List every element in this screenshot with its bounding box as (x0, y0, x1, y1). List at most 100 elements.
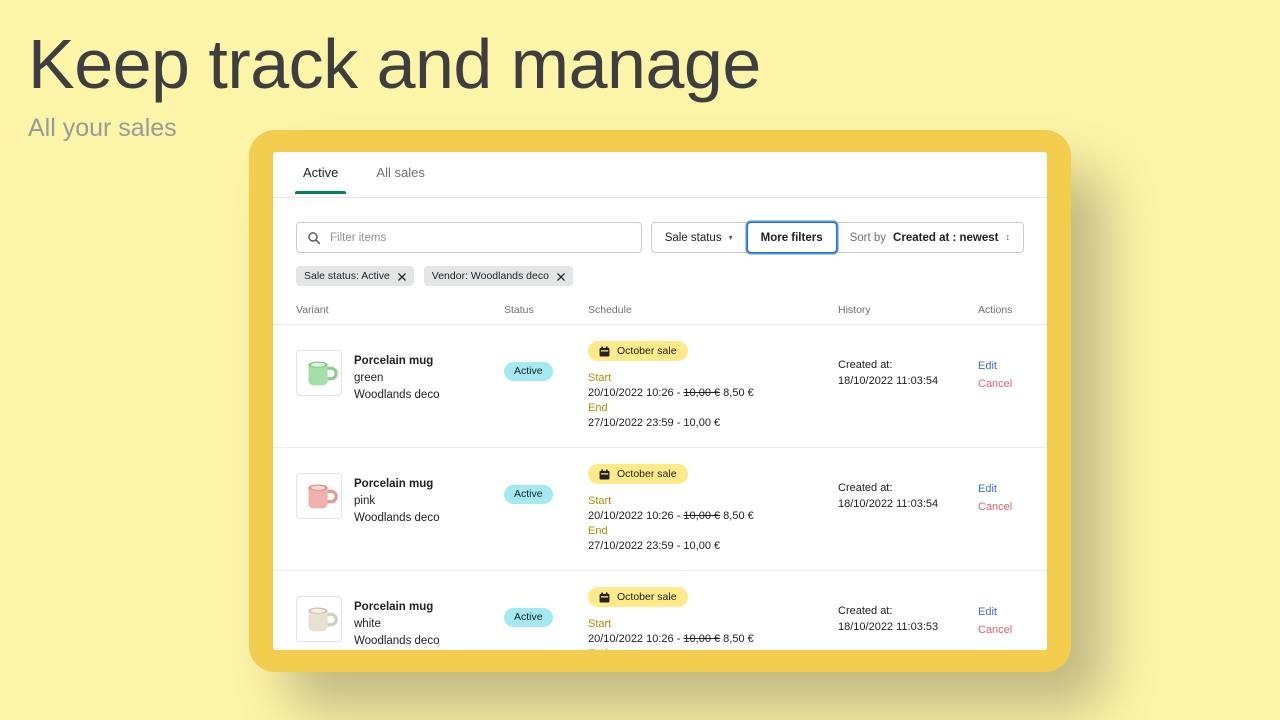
schedule-old-price: 10,00 € (683, 633, 721, 645)
history-value: 18/10/2022 11:03:54 (838, 375, 939, 387)
tab-active-label: Active (303, 165, 339, 180)
sort-value-label: Created at : newest (893, 231, 999, 244)
schedule-new-price: 8,50 € (720, 387, 754, 399)
variant-text: Porcelain mug green Woodlands deco (354, 350, 439, 404)
column-header-variant: Variant (296, 304, 329, 316)
tab-all-sales[interactable]: All sales (368, 165, 432, 193)
column-header-schedule: Schedule (588, 304, 632, 316)
schedule-start-datetime: 20/10/2022 10:26 - (588, 633, 684, 645)
sort-button[interactable]: Sort by Created at : newest ↕ (836, 222, 1024, 253)
schedule-start-datetime: 20/10/2022 10:26 - (588, 510, 684, 522)
actions-cell: Edit Cancel (978, 341, 1040, 393)
column-header-history: History (838, 304, 871, 316)
app-window: Active All sales Sale status (273, 152, 1047, 650)
history-value: 18/10/2022 11:03:54 (838, 498, 939, 510)
search-input[interactable] (330, 231, 631, 244)
schedule-start-value: 20/10/2022 10:26 - 10,00 € 8,50 € (588, 509, 838, 524)
table-row: Porcelain mug green Woodlands deco Activ… (273, 325, 1047, 448)
table-row: Porcelain mug white Woodlands deco Activ… (273, 571, 1047, 650)
schedule-new-price: 8,50 € (720, 633, 754, 645)
history-cell: Created at: 18/10/2022 11:03:54 (838, 341, 978, 389)
schedule-new-price: 8,50 € (720, 510, 754, 522)
variant-text: Porcelain mug pink Woodlands deco (354, 473, 439, 527)
cancel-link[interactable]: Cancel (978, 375, 1040, 393)
close-icon[interactable] (397, 272, 406, 281)
schedule-cell: October sale Start 20/10/2022 10:26 - 10… (588, 341, 838, 431)
edit-link[interactable]: Edit (978, 480, 1040, 498)
tab-bar: Active All sales (273, 152, 1047, 198)
variant-cell: Porcelain mug white Woodlands deco (296, 587, 504, 650)
close-icon[interactable] (557, 272, 565, 281)
search-icon (307, 231, 321, 245)
calendar-icon (599, 591, 610, 603)
cancel-link[interactable]: Cancel (978, 621, 1040, 639)
calendar-icon (599, 345, 610, 357)
variant-option: green (354, 372, 384, 384)
mug-white-icon (308, 607, 338, 632)
search-field[interactable] (296, 222, 642, 253)
page-title: Keep track and manage (28, 25, 761, 103)
edit-link[interactable]: Edit (978, 357, 1040, 375)
sort-prefix-label: Sort by (849, 231, 887, 244)
schedule-start-label: Start (588, 495, 612, 507)
status-cell: Active (504, 464, 588, 504)
variant-cell: Porcelain mug pink Woodlands deco (296, 464, 504, 527)
table-row: Porcelain mug pink Woodlands deco Active (273, 448, 1047, 571)
campaign-badge: October sale (588, 587, 688, 607)
status-badge: Active (504, 607, 553, 627)
sale-status-button[interactable]: Sale status ▾ (650, 222, 747, 253)
more-filters-label: More filters (760, 231, 823, 244)
filter-bar: Sale status ▾ More filters Sort by Creat… (273, 198, 1047, 253)
schedule-start-label: Start (588, 372, 612, 384)
campaign-badge-label: October sale (617, 345, 677, 357)
variant-vendor: Woodlands deco (354, 635, 440, 647)
cancel-link[interactable]: Cancel (978, 498, 1040, 516)
mug-green-image (296, 350, 342, 396)
schedule-end-value: 27/10/2022 23:59 - 10,00 € (588, 417, 721, 429)
schedule-start-label: Start (588, 618, 612, 630)
campaign-badge-label: October sale (617, 468, 677, 480)
status-badge: Active (504, 484, 553, 504)
filter-chip-vendor[interactable]: Vendor: Woodlands deco (423, 266, 573, 286)
table-header-row: Variant Status Schedule History Actions (273, 304, 1047, 325)
variant-option: pink (354, 495, 376, 507)
schedule-old-price: 10,00 € (683, 510, 721, 522)
sales-table: Variant Status Schedule History Actions (273, 304, 1047, 650)
edit-link[interactable]: Edit (978, 603, 1040, 621)
variant-title: Porcelain mug (354, 478, 434, 490)
schedule-end-value: 27/10/2022 23:59 - 10,00 € (588, 540, 721, 552)
active-filter-chips: Sale status: Active Vendor: Woodlands de… (273, 253, 1047, 286)
history-value: 18/10/2022 11:03:53 (838, 621, 939, 633)
schedule-cell: October sale Start 20/10/2022 10:26 - 10… (588, 587, 838, 650)
history-label: Created at: (838, 359, 893, 371)
tab-active[interactable]: Active (295, 165, 347, 194)
status-cell: Active (504, 587, 588, 627)
mug-pink-image (296, 473, 342, 519)
variant-title: Porcelain mug (354, 355, 434, 367)
calendar-icon (599, 468, 610, 480)
variant-cell: Porcelain mug green Woodlands deco (296, 341, 504, 404)
history-label: Created at: (838, 605, 893, 617)
history-cell: Created at: 18/10/2022 11:03:54 (838, 464, 978, 512)
mug-white-image (296, 596, 342, 642)
filter-chip-sale-status-label: Sale status: Active (304, 270, 390, 282)
history-label: Created at: (838, 482, 893, 494)
mug-pink-icon (308, 484, 338, 509)
actions-cell: Edit Cancel (978, 587, 1040, 639)
variant-title: Porcelain mug (354, 601, 434, 613)
more-filters-button[interactable]: More filters (746, 222, 837, 253)
campaign-badge-label: October sale (617, 591, 677, 603)
mug-green-icon (308, 361, 338, 386)
campaign-badge: October sale (588, 341, 688, 361)
status-badge: Active (504, 361, 553, 381)
variant-vendor: Woodlands deco (354, 512, 440, 524)
variant-vendor: Woodlands deco (354, 389, 440, 401)
tab-all-sales-label: All sales (376, 165, 425, 180)
filter-chip-vendor-label: Vendor: Woodlands deco (431, 270, 549, 282)
filter-chip-sale-status[interactable]: Sale status: Active (296, 266, 414, 286)
hero-text-block: Keep track and manage All your sales (28, 18, 928, 144)
history-cell: Created at: 18/10/2022 11:03:53 (838, 587, 978, 635)
actions-cell: Edit Cancel (978, 464, 1040, 516)
filter-button-group: Sale status ▾ More filters Sort by Creat… (650, 222, 1024, 253)
device-frame: Active All sales Sale status (249, 130, 1071, 672)
